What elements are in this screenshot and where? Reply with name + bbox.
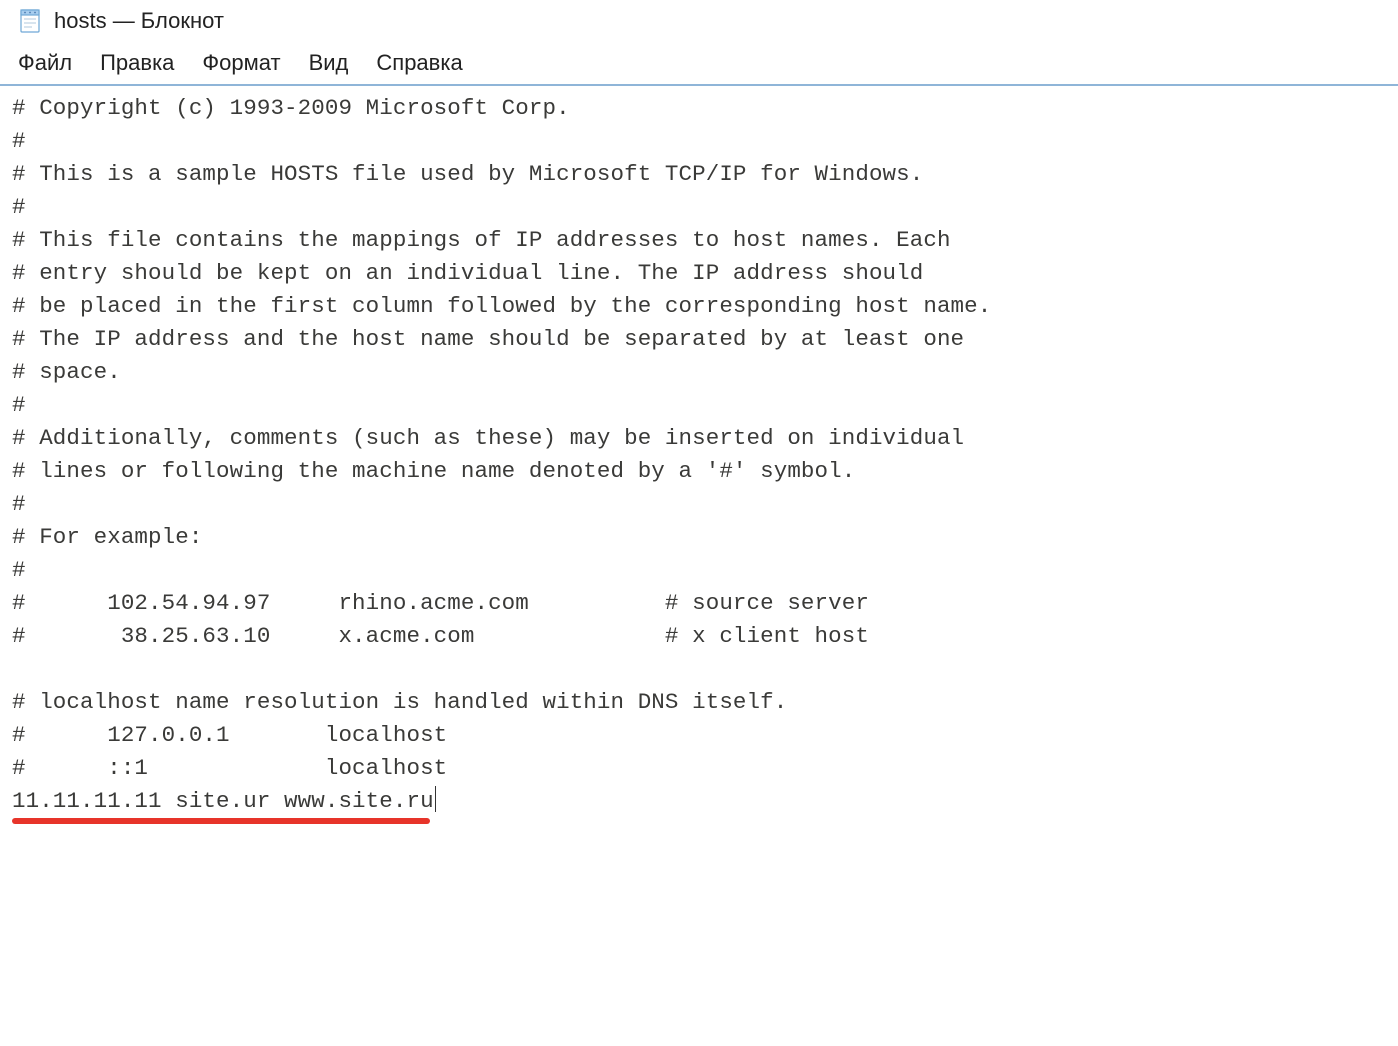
notepad-icon <box>18 8 44 34</box>
menu-file[interactable]: Файл <box>18 50 72 76</box>
menu-help[interactable]: Справка <box>376 50 462 76</box>
titlebar: hosts — Блокнот <box>0 0 1398 44</box>
menubar: Файл Правка Формат Вид Справка <box>0 44 1398 84</box>
window-title: hosts — Блокнот <box>54 8 224 34</box>
text-caret <box>435 786 436 812</box>
editor-text: # Copyright (c) 1993-2009 Microsoft Corp… <box>12 95 991 814</box>
text-content[interactable]: # Copyright (c) 1993-2009 Microsoft Corp… <box>0 92 1398 884</box>
menu-format[interactable]: Формат <box>202 50 280 76</box>
menu-view[interactable]: Вид <box>309 50 349 76</box>
menu-edit[interactable]: Правка <box>100 50 174 76</box>
annotation-underline <box>12 818 430 824</box>
editor-area[interactable]: # Copyright (c) 1993-2009 Microsoft Corp… <box>0 84 1398 884</box>
